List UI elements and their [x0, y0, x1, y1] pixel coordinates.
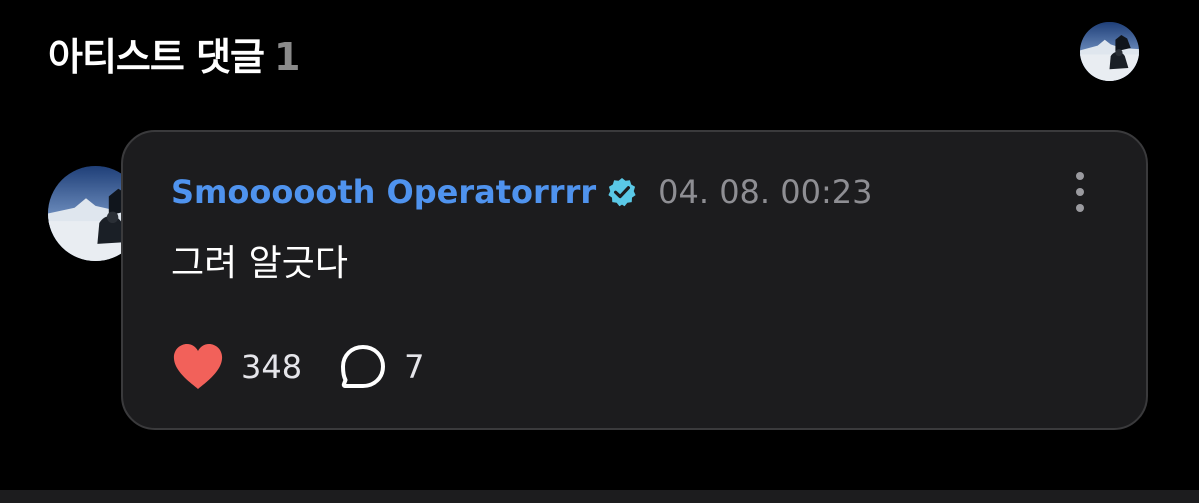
comment-count: 1: [274, 35, 300, 79]
like-button[interactable]: 348: [171, 342, 302, 392]
heart-icon: [173, 344, 223, 389]
like-count: 348: [241, 348, 303, 386]
verified-badge-icon: [606, 176, 638, 208]
section-title-label: 아티스트 댓글: [48, 35, 265, 79]
section-title: 아티스트 댓글 1: [48, 26, 300, 81]
bottom-divider: [0, 490, 1199, 503]
more-options-button[interactable]: [1067, 170, 1093, 214]
author-name[interactable]: Smoooooth Operatorrrr: [171, 173, 596, 211]
more-vertical-icon: [1076, 172, 1084, 212]
header-avatar[interactable]: [1080, 22, 1139, 81]
comment-meta: Smoooooth Operatorrrr 04. 08. 00:23: [171, 168, 872, 216]
comments-header: 아티스트 댓글 1: [0, 0, 1199, 110]
comment-text: 그려 알긋다: [171, 243, 349, 284]
reply-button[interactable]: 7: [338, 342, 424, 392]
speech-bubble-icon: [341, 345, 386, 388]
reply-count: 7: [404, 348, 425, 386]
comment-timestamp: 04. 08. 00:23: [658, 173, 873, 211]
comment-actions: 348 7: [171, 342, 424, 392]
comment-card: Smoooooth Operatorrrr 04. 08. 00:23 그려 알…: [121, 130, 1148, 430]
